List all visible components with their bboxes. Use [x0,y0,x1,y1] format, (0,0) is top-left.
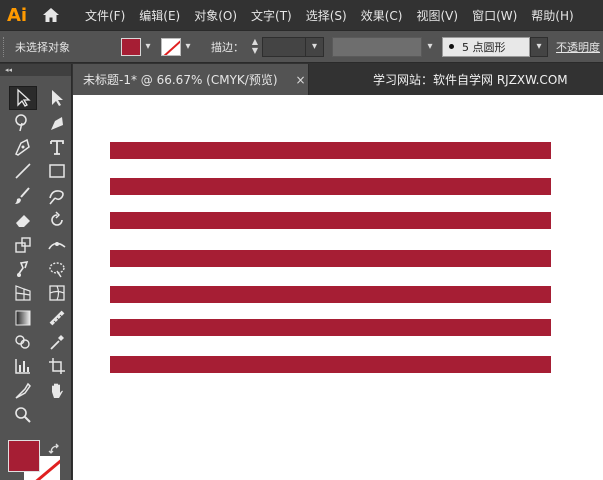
artboard-canvas[interactable] [73,95,603,480]
document-tab-title: 未标题-1* @ 66.67% (CMYK/预览) [83,73,278,87]
brush-definition-value: 5 点圆形 [462,40,506,54]
stroke-weight-chevron-down-icon[interactable]: ▾ [306,36,324,57]
curvature-pen-tool-icon[interactable] [43,110,71,134]
swap-fill-stroke-icon[interactable] [48,442,62,456]
perspective-grid-tool-icon[interactable] [9,281,37,305]
width-tool-icon[interactable] [43,232,71,256]
selection-tool-icon[interactable] [9,86,37,111]
stripe-rectangle[interactable] [110,356,551,373]
gradient-tool-icon[interactable] [9,306,37,330]
menu-select[interactable]: 选择(S) [299,7,354,24]
menu-file[interactable]: 文件(F) [78,7,132,24]
stroke-weight-stepper[interactable]: ▲ ▼ [248,37,262,57]
menu-object[interactable]: 对象(O) [187,7,244,24]
ruler-tool-icon[interactable] [43,306,71,330]
app-logo: Ai [6,4,28,26]
stripe-rectangle[interactable] [110,250,551,267]
stripe-rectangle[interactable] [110,319,551,336]
fill-color-box[interactable] [8,440,40,472]
stripe-rectangle[interactable] [110,286,551,303]
brush-dot-icon [449,44,454,49]
stroke-weight-input[interactable] [262,36,306,57]
shape-builder-tool-icon[interactable] [9,330,37,354]
home-icon[interactable] [38,0,64,30]
free-transform-tool-icon[interactable] [43,257,71,281]
fill-color-swatch[interactable] [121,37,141,56]
magic-wand-tool-icon[interactable] [9,110,37,134]
puppet-warp-tool-icon[interactable] [9,257,37,281]
tools-panel: ◂◂ [0,64,72,480]
direct-selection-tool-icon[interactable] [43,86,71,110]
stripe-rectangle[interactable] [110,212,551,229]
rotate-tool-icon[interactable] [43,208,71,232]
type-tool-icon[interactable] [43,135,71,159]
stroke-chevron-down-icon[interactable]: ▾ [181,38,195,56]
eraser-tool-icon[interactable] [9,208,37,232]
stripe-rectangle[interactable] [110,142,551,159]
document-tab[interactable]: 未标题-1* @ 66.67% (CMYK/预览) × [73,64,309,95]
close-icon[interactable]: × [296,73,306,87]
artboard-tool-icon[interactable] [43,354,71,378]
panel-grip[interactable] [3,36,9,57]
menu-help[interactable]: 帮助(H) [524,7,580,24]
menu-type[interactable]: 文字(T) [244,7,299,24]
document-tab-bar: 未标题-1* @ 66.67% (CMYK/预览) × 学习网站：软件自学网 R… [73,64,603,95]
control-bar: 未选择对象 ▾ ▾ 描边： ▲ ▼ ▾ ▾ 5 点圆形 ▾ 不透明度 [0,30,603,63]
eyedropper-tool-icon[interactable] [43,330,71,354]
paintbrush-tool-icon[interactable] [9,184,37,208]
mesh-tool-icon[interactable] [43,281,71,305]
menu-edit[interactable]: 编辑(E) [132,7,187,24]
stroke-none-swatch[interactable] [161,37,181,56]
profile-chevron-down-icon[interactable]: ▾ [422,41,438,52]
opacity-label[interactable]: 不透明度 [556,39,600,55]
illustrator-window: Ai 文件(F) 编辑(E) 对象(O) 文字(T) 选择(S) 效果(C) 视… [0,0,603,480]
brush-chevron-down-icon[interactable]: ▾ [530,36,548,57]
shaper-tool-icon[interactable] [43,184,71,208]
selection-status: 未选择对象 [15,40,70,54]
menu-bar: Ai 文件(F) 编辑(E) 对象(O) 文字(T) 选择(S) 效果(C) 视… [0,0,603,30]
striped-artwork[interactable] [73,95,603,480]
stripe-rectangle[interactable] [110,178,551,195]
rectangle-tool-icon[interactable] [43,159,71,183]
scale-tool-icon[interactable] [9,232,37,256]
graph-tool-icon[interactable] [9,354,37,378]
zoom-tool-icon[interactable] [9,403,37,427]
menu-window[interactable]: 窗口(W) [465,7,524,24]
menu-effect[interactable]: 效果(C) [354,7,410,24]
fill-chevron-down-icon[interactable]: ▾ [141,38,155,56]
tools-panel-collapse[interactable]: ◂◂ [0,64,71,76]
menu-view[interactable]: 视图(V) [409,7,465,24]
watermark-text: 学习网站：软件自学网 RJZXW.COM [373,73,568,87]
slice-tool-icon[interactable] [9,379,37,403]
brush-definition-select[interactable]: 5 点圆形 [442,36,530,57]
pen-tool-icon[interactable] [9,135,37,159]
hand-tool-icon[interactable] [43,379,71,403]
stroke-weight-label[interactable]: 描边： [211,39,244,55]
variable-width-profile[interactable] [332,36,422,57]
line-segment-tool-icon[interactable] [9,159,37,183]
